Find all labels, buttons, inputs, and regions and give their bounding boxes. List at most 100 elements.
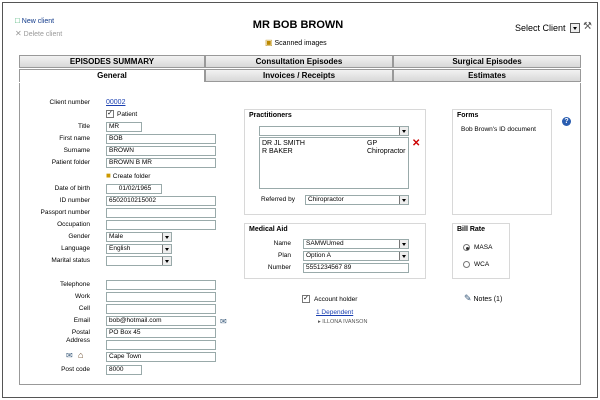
wca-radio[interactable] (463, 261, 470, 268)
bill-rate-group: Bill Rate MASA WCA (452, 223, 510, 279)
cell-field[interactable] (106, 304, 216, 314)
chevron-down-icon (399, 240, 408, 248)
practitioner-row[interactable]: DR JL SMITH (262, 140, 305, 147)
postal-label: Postal (71, 329, 90, 336)
medical-aid-number-field[interactable]: 5551234567 89 (303, 263, 409, 273)
practitioners-group: Practitioners DR JL SMITH GP R BAKER Chi… (244, 109, 426, 215)
bill-rate-title: Bill Rate (457, 226, 486, 233)
practitioner-row[interactable]: R BAKER (262, 148, 293, 155)
practitioner-name: R BAKER (262, 148, 293, 155)
chevron-down-icon (573, 27, 577, 30)
address-label: Address (66, 337, 90, 344)
practitioners-title: Practitioners (249, 112, 292, 119)
notes-button[interactable]: ✎ Notes (1) (464, 293, 502, 304)
language-value: English (109, 245, 131, 252)
medical-aid-number-label: Number (267, 264, 291, 271)
postal-line2-field[interactable] (106, 340, 216, 350)
chevron-down-icon (399, 127, 408, 135)
medical-aid-plan-label: Plan (277, 252, 291, 259)
wca-label: WCA (474, 261, 490, 268)
client-window: □ New client ✕ Delete client MR BOB BROW… (2, 2, 598, 398)
form-document-item[interactable]: Bob Brown's ID document (461, 126, 536, 133)
language-label: Language (61, 245, 90, 252)
tab-estimates[interactable]: Estimates (393, 69, 581, 82)
chevron-down-icon (162, 245, 171, 253)
masa-radio[interactable] (463, 244, 470, 251)
referred-by-select[interactable]: Chiropractor (305, 195, 409, 205)
medical-aid-name-select[interactable]: SAMWUmed (303, 239, 409, 249)
new-client-label: New client (21, 18, 55, 25)
work-label: Work (74, 293, 90, 300)
medical-aid-plan-select[interactable]: Option A (303, 251, 409, 261)
new-client-button[interactable]: □ New client (15, 17, 55, 26)
first-name-field[interactable]: BOB (106, 134, 216, 144)
tab-general[interactable]: General (19, 69, 205, 82)
folder-icon: ■ (106, 171, 111, 180)
account-holder-checkbox[interactable]: ✓ (302, 295, 310, 303)
telephone-field[interactable] (106, 280, 216, 290)
create-folder-button[interactable]: ■ Create folder (106, 171, 150, 180)
notes-label: Notes (1) (473, 296, 503, 303)
envelope-icon[interactable]: ✉ (66, 351, 73, 360)
client-number-link[interactable]: 00002 (106, 99, 125, 106)
postcode-field[interactable]: 8000 (106, 365, 142, 375)
postal-line3-field[interactable]: Cape Town (106, 352, 216, 362)
postal-line1-field[interactable]: PO Box 45 (106, 328, 216, 338)
patient-folder-label: Patient folder (51, 159, 90, 166)
occupation-label: Occupation (57, 221, 90, 228)
home-icon[interactable]: ⌂ (78, 350, 83, 360)
scanned-images-button[interactable]: ▣ Scanned images (265, 38, 327, 47)
tab-invoices-receipts[interactable]: Invoices / Receipts (205, 69, 393, 82)
patient-checkbox[interactable]: ✓ (106, 110, 114, 118)
dob-label: Date of birth (54, 185, 90, 192)
masa-label: MASA (474, 244, 493, 251)
cell-label: Cell (78, 305, 90, 312)
select-client-dropdown[interactable] (570, 23, 580, 33)
tab-consultation-episodes[interactable]: Consultation Episodes (205, 55, 393, 68)
medical-aid-group: Medical Aid Name SAMWUmed Plan Option A … (244, 223, 426, 279)
delete-icon: ✕ (15, 29, 22, 38)
referred-by-value: Chiropractor (308, 196, 344, 203)
surname-field[interactable]: BROWN (106, 146, 216, 156)
id-number-field[interactable]: 6502010215002 (106, 196, 216, 206)
first-name-label: First name (59, 135, 90, 142)
referred-by-label: Referred by (261, 196, 295, 203)
marital-status-select[interactable] (106, 256, 172, 266)
passport-field[interactable] (106, 208, 216, 218)
help-icon[interactable]: ? (562, 117, 571, 126)
notes-icon: ✎ (464, 293, 472, 303)
marital-status-label: Marital status (51, 257, 90, 264)
tools-icon[interactable]: ⚒ (583, 21, 592, 32)
tab-surgical-episodes[interactable]: Surgical Episodes (393, 55, 581, 68)
surname-label: Surname (63, 147, 90, 154)
telephone-label: Telephone (60, 281, 90, 288)
medical-aid-plan-value: Option A (306, 252, 331, 259)
send-email-icon[interactable]: ✉ (220, 317, 227, 326)
dependent-item: ▸ ILLONA IVANSON (318, 319, 367, 325)
chevron-down-icon (162, 233, 171, 241)
delete-client-button[interactable]: ✕ Delete client (15, 29, 62, 38)
gender-select[interactable]: Male (106, 232, 172, 242)
email-field[interactable]: bob@hotmail.com (106, 316, 216, 326)
tab-episodes-summary[interactable]: EPISODES SUMMARY (19, 55, 205, 68)
practitioner-type: Chiropractor (367, 148, 406, 155)
account-holder-label: Account holder (314, 296, 358, 303)
occupation-field[interactable] (106, 220, 216, 230)
dob-field[interactable]: 01/02/1965 (106, 184, 162, 194)
forms-group: Forms Bob Brown's ID document (452, 109, 552, 215)
dependent-name: ILLONA IVANSON (322, 319, 368, 325)
practitioner-select[interactable] (259, 126, 409, 136)
dependents-link[interactable]: 1 Dependent (316, 309, 353, 316)
remove-practitioner-icon[interactable]: ✕ (412, 138, 420, 149)
title-field[interactable]: MR (106, 122, 142, 132)
chevron-down-icon (399, 252, 408, 260)
work-field[interactable] (106, 292, 216, 302)
scanner-icon: ▣ (265, 38, 273, 47)
patient-label: Patient (117, 111, 138, 118)
select-client-label: Select Client (515, 23, 566, 33)
practitioner-name: DR JL SMITH (262, 140, 305, 147)
client-number-label: Client number (49, 99, 90, 106)
gender-value: Male (109, 233, 124, 240)
language-select[interactable]: English (106, 244, 172, 254)
patient-folder-field[interactable]: BROWN B MR (106, 158, 216, 168)
